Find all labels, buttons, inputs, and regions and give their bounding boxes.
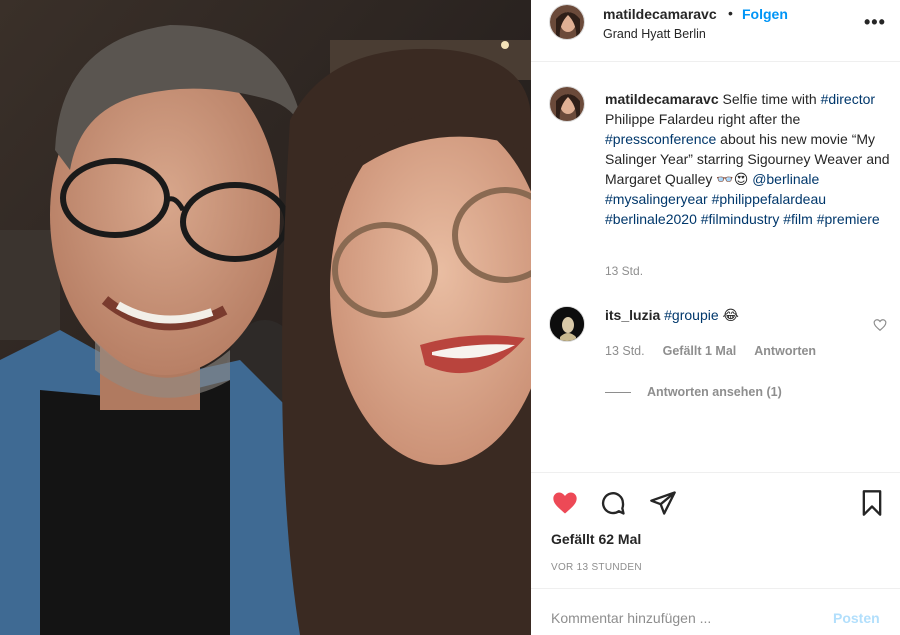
view-replies-label: Antworten ansehen (1) [647, 385, 782, 399]
caption-hashtag[interactable]: #filmindustry [701, 211, 780, 227]
reply-time[interactable]: 13 Std. [605, 344, 645, 358]
post-time-ago[interactable]: VOR 13 STUNDEN [551, 562, 642, 573]
caption-hashtag[interactable]: #pressconference [605, 131, 716, 147]
reply-avatar[interactable] [549, 306, 585, 342]
caption-text: matildecamaravc Selfie time with #direct… [605, 89, 890, 229]
follow-button[interactable]: Folgen [742, 6, 788, 22]
reply-answer-button[interactable]: Antworten [754, 344, 816, 358]
reply-avatar-image [550, 307, 584, 341]
reply-emoji: 😂 [722, 307, 739, 323]
like-comment-heart-icon[interactable] [873, 318, 887, 332]
reply-meta: 13 Std. Gefällt 1 Mal Antworten [605, 344, 834, 358]
caption-text-segment: Philippe Falardeu right after the [605, 111, 801, 127]
caption-hashtag[interactable]: @berlinale [752, 171, 819, 187]
reply-username[interactable]: its_luzia [605, 307, 660, 323]
reply-hashtag[interactable]: #groupie [664, 307, 719, 323]
caption-hashtag[interactable]: #philippefalardeau [712, 191, 826, 207]
view-replies-button[interactable]: Antworten ansehen (1) [605, 385, 782, 399]
add-comment-section: Posten [531, 588, 900, 635]
post-comment-button[interactable]: Posten [833, 610, 880, 626]
caption-avatar-image [550, 87, 584, 121]
author-username[interactable]: matildecamaravc [603, 6, 717, 22]
separator-dot: • [728, 5, 733, 21]
like-heart-icon[interactable] [551, 489, 579, 517]
caption-hashtag[interactable]: #mysalingeryear [605, 191, 708, 207]
caption-hashtag[interactable]: #film [783, 211, 813, 227]
author-avatar[interactable] [549, 4, 585, 40]
caption-hashtag[interactable]: #premiere [817, 211, 880, 227]
view-replies-line [605, 392, 631, 394]
actions-section: Gefällt 62 Mal VOR 13 STUNDEN [531, 472, 900, 588]
author-avatar-image [550, 5, 584, 39]
share-icon[interactable] [649, 489, 677, 517]
post-header: matildecamaravc • Folgen Grand Hyatt Ber… [531, 0, 900, 62]
comment-icon[interactable] [599, 489, 627, 517]
location-link[interactable]: Grand Hyatt Berlin [603, 27, 706, 41]
post-photo[interactable] [0, 0, 531, 635]
caption-time[interactable]: 13 Std. [605, 264, 643, 278]
selfie-image [0, 0, 531, 635]
bookmark-icon[interactable] [858, 489, 886, 517]
caption-hashtag[interactable]: #berlinale2020 [605, 211, 697, 227]
comment-input[interactable] [551, 610, 821, 626]
caption-text-segment: Selfie time with [718, 91, 821, 107]
more-options-icon[interactable]: ••• [864, 12, 886, 33]
caption-body: Selfie time with #director Philippe Fala… [605, 91, 890, 227]
reply-comment: its_luzia #groupie 😂 [605, 307, 739, 324]
post-panel: matildecamaravc • Folgen Grand Hyatt Ber… [531, 0, 900, 635]
caption-hashtag[interactable]: #director [821, 91, 875, 107]
comments-area: matildecamaravc Selfie time with #direct… [531, 62, 900, 472]
reply-likes[interactable]: Gefällt 1 Mal [663, 344, 737, 358]
caption-username[interactable]: matildecamaravc [605, 91, 719, 107]
caption-avatar[interactable] [549, 86, 585, 122]
likes-count[interactable]: Gefällt 62 Mal [551, 531, 641, 547]
